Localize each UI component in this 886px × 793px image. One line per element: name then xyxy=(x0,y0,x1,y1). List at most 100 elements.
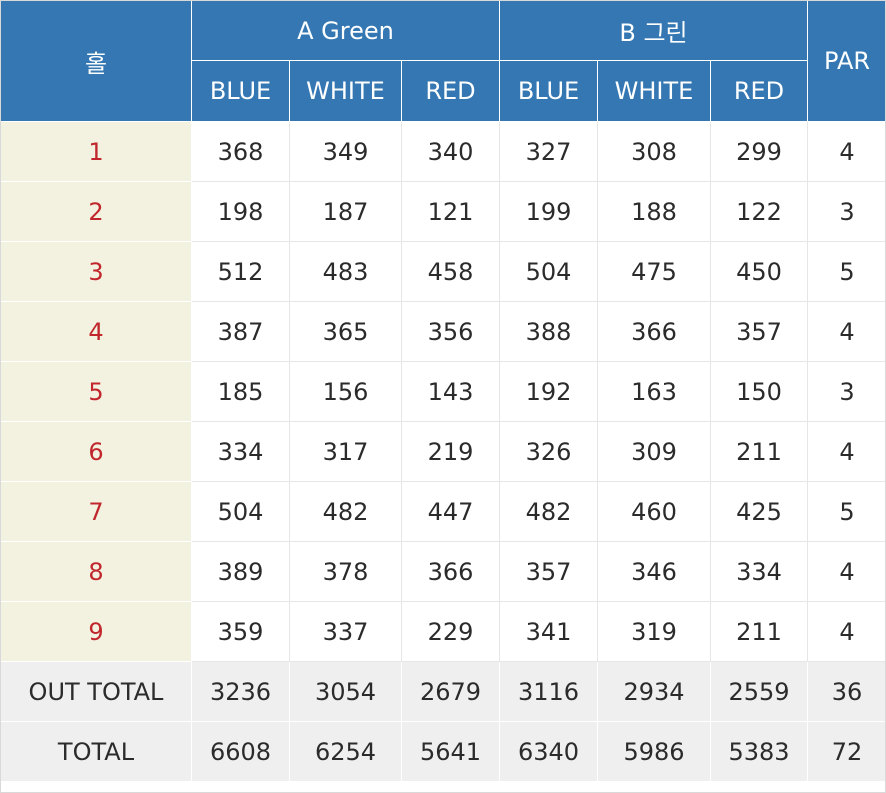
hole-number: 1 xyxy=(0,121,192,182)
yardage-b-blue: 388 xyxy=(499,301,598,362)
yardage-a-red: 2679 xyxy=(401,661,500,722)
total-row: OUT TOTAL 3236 3054 2679 3116 2934 2559 36 xyxy=(0,661,886,722)
total-label: TOTAL xyxy=(0,721,192,782)
par-value: 4 xyxy=(807,301,886,362)
total-label: OUT TOTAL xyxy=(0,661,192,722)
hole-row: 2 198 187 121 199 188 122 3 xyxy=(0,181,886,242)
yardage-b-red: 5383 xyxy=(709,721,809,782)
yardage-a-white: 156 xyxy=(289,361,402,422)
yardage-b-red: 211 xyxy=(709,421,809,482)
yardage-a-blue: 389 xyxy=(191,541,290,602)
yardage-a-red: 229 xyxy=(401,601,500,662)
par-value: 3 xyxy=(807,181,886,242)
yardage-b-red: 122 xyxy=(709,181,809,242)
yardage-a-blue: 512 xyxy=(191,241,290,302)
yardage-b-red: 299 xyxy=(709,121,809,182)
scorecard: 홀 A Green B 그린 PAR BLUE WHITE RED BLUE W… xyxy=(0,0,886,793)
par-value: 3 xyxy=(807,361,886,422)
yardage-a-blue: 504 xyxy=(191,481,290,542)
par-value: 72 xyxy=(807,721,886,782)
yardage-a-blue: 368 xyxy=(191,121,290,182)
hole-number: 4 xyxy=(0,301,192,362)
group-a-header: A Green xyxy=(191,0,500,61)
yardage-a-red: 219 xyxy=(401,421,500,482)
scorecard-table: 홀 A Green B 그린 PAR BLUE WHITE RED BLUE W… xyxy=(0,0,886,782)
hole-number: 6 xyxy=(0,421,192,482)
par-header: PAR xyxy=(807,0,886,122)
yardage-a-white: 349 xyxy=(289,121,402,182)
par-value: 4 xyxy=(807,541,886,602)
yardage-a-white: 187 xyxy=(289,181,402,242)
hole-number: 2 xyxy=(0,181,192,242)
yardage-a-white: 365 xyxy=(289,301,402,362)
par-value: 4 xyxy=(807,601,886,662)
yardage-b-white: 5986 xyxy=(597,721,711,782)
tee-header-a-white: WHITE xyxy=(289,60,402,122)
hole-number: 7 xyxy=(0,481,192,542)
par-value: 5 xyxy=(807,481,886,542)
hole-row: 4 387 365 356 388 366 357 4 xyxy=(0,301,886,362)
yardage-b-white: 309 xyxy=(597,421,711,482)
yardage-b-white: 308 xyxy=(597,121,711,182)
yardage-b-blue: 199 xyxy=(499,181,598,242)
yardage-b-red: 450 xyxy=(709,241,809,302)
hole-number: 3 xyxy=(0,241,192,302)
hole-row: 6 334 317 219 326 309 211 4 xyxy=(0,421,886,482)
yardage-b-white: 2934 xyxy=(597,661,711,722)
tee-header-a-red: RED xyxy=(401,60,500,122)
yardage-a-red: 340 xyxy=(401,121,500,182)
yardage-a-red: 447 xyxy=(401,481,500,542)
total-row: TOTAL 6608 6254 5641 6340 5986 5383 72 xyxy=(0,721,886,782)
scorecard-body: 1 368 349 340 327 308 299 4 2 198 187 121 199 188 122 3… xyxy=(0,121,886,782)
tee-header-b-white: WHITE xyxy=(597,60,711,122)
yardage-b-red: 334 xyxy=(709,541,809,602)
yardage-a-red: 458 xyxy=(401,241,500,302)
par-value: 4 xyxy=(807,421,886,482)
yardage-b-white: 319 xyxy=(597,601,711,662)
par-value: 4 xyxy=(807,121,886,182)
yardage-b-blue: 504 xyxy=(499,241,598,302)
yardage-a-blue: 185 xyxy=(191,361,290,422)
yardage-a-red: 121 xyxy=(401,181,500,242)
yardage-a-white: 6254 xyxy=(289,721,402,782)
yardage-b-white: 188 xyxy=(597,181,711,242)
yardage-a-red: 5641 xyxy=(401,721,500,782)
yardage-b-red: 150 xyxy=(709,361,809,422)
hole-row: 8 389 378 366 357 346 334 4 xyxy=(0,541,886,602)
yardage-a-blue: 359 xyxy=(191,601,290,662)
par-value: 36 xyxy=(807,661,886,722)
hole-row: 7 504 482 447 482 460 425 5 xyxy=(0,481,886,542)
yardage-a-white: 337 xyxy=(289,601,402,662)
par-value: 5 xyxy=(807,241,886,302)
yardage-a-blue: 198 xyxy=(191,181,290,242)
yardage-b-blue: 3116 xyxy=(499,661,598,722)
yardage-b-white: 460 xyxy=(597,481,711,542)
yardage-a-blue: 387 xyxy=(191,301,290,362)
hole-row: 5 185 156 143 192 163 150 3 xyxy=(0,361,886,422)
yardage-b-red: 357 xyxy=(709,301,809,362)
yardage-b-blue: 341 xyxy=(499,601,598,662)
yardage-b-blue: 6340 xyxy=(499,721,598,782)
yardage-a-white: 317 xyxy=(289,421,402,482)
hole-number: 5 xyxy=(0,361,192,422)
yardage-a-blue: 334 xyxy=(191,421,290,482)
yardage-b-white: 475 xyxy=(597,241,711,302)
tee-header-b-red: RED xyxy=(709,60,809,122)
yardage-a-blue: 3236 xyxy=(191,661,290,722)
yardage-a-white: 483 xyxy=(289,241,402,302)
yardage-a-blue: 6608 xyxy=(191,721,290,782)
yardage-b-white: 346 xyxy=(597,541,711,602)
hole-number: 8 xyxy=(0,541,192,602)
tee-header-a-blue: BLUE xyxy=(191,60,290,122)
hole-header: 홀 xyxy=(0,0,192,122)
yardage-a-white: 3054 xyxy=(289,661,402,722)
hole-number: 9 xyxy=(0,601,192,662)
hole-row: 3 512 483 458 504 475 450 5 xyxy=(0,241,886,302)
yardage-a-red: 356 xyxy=(401,301,500,362)
yardage-a-white: 378 xyxy=(289,541,402,602)
tee-header-b-blue: BLUE xyxy=(499,60,598,122)
yardage-b-blue: 357 xyxy=(499,541,598,602)
hole-row: 1 368 349 340 327 308 299 4 xyxy=(0,121,886,182)
yardage-b-blue: 327 xyxy=(499,121,598,182)
yardage-b-blue: 192 xyxy=(499,361,598,422)
